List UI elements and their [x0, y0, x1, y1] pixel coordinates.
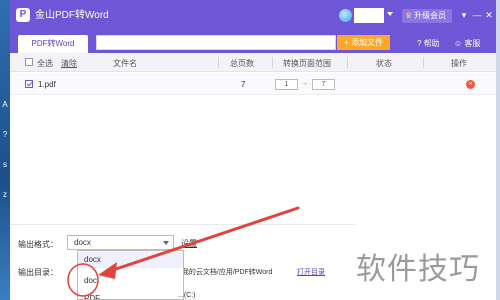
column-divider: [218, 57, 219, 68]
output-format-value: docx: [74, 238, 91, 247]
format-dropdown-list: docx doc PDF: [77, 250, 184, 300]
table-row[interactable]: 1.pdf 7 1 → 7 ×: [10, 73, 496, 95]
title-bar: P 金山PDF转Word ♛ 升级会员 ▾ — ✕: [10, 0, 496, 32]
user-menu-caret-icon[interactable]: [387, 12, 393, 16]
user-avatar[interactable]: [339, 9, 352, 22]
minimize-button[interactable]: —: [472, 9, 482, 21]
column-header-action: 操作: [451, 59, 467, 68]
column-divider: [347, 57, 348, 68]
upgrade-vip-button[interactable]: ♛ 升级会员: [402, 9, 452, 23]
watermark-text: 软件技巧: [356, 252, 480, 287]
output-format-label: 输出格式：: [18, 240, 58, 249]
toolbar: PDF转Word + 添加文件 ? 帮助 ☺ 客服: [10, 32, 496, 53]
help-label: 帮助: [423, 39, 440, 48]
row-checkbox[interactable]: [25, 80, 33, 88]
total-pages: 7: [241, 80, 246, 89]
desktop-icon-label: ?: [2, 130, 8, 139]
help-button[interactable]: ? 帮助: [417, 38, 440, 49]
column-divider: [423, 57, 424, 68]
dropdown-option-pdf[interactable]: PDF: [78, 291, 183, 299]
add-file-button[interactable]: + 添加文件: [337, 35, 390, 50]
clear-button[interactable]: 清除: [61, 58, 77, 69]
tab-pdf-to-word[interactable]: PDF转Word: [18, 35, 88, 53]
open-directory-link[interactable]: 打开目录: [297, 267, 325, 277]
range-from-input[interactable]: 1: [275, 79, 298, 90]
output-format-select[interactable]: docx: [67, 235, 174, 250]
partial-drive-text: ...(C:): [178, 292, 196, 299]
column-header-status: 状态: [376, 59, 392, 68]
select-all-label[interactable]: 全选: [37, 58, 53, 69]
settings-link[interactable]: 设置: [181, 238, 197, 249]
delete-icon[interactable]: ×: [466, 80, 475, 89]
app-logo: P: [16, 8, 30, 22]
skin-menu-icon[interactable]: ▾: [459, 9, 469, 21]
user-name-box[interactable]: [354, 8, 384, 23]
dropdown-option-doc[interactable]: doc: [78, 273, 183, 289]
crown-icon: ♛: [405, 11, 413, 20]
file-name: 1.pdf: [38, 80, 56, 89]
desktop-background: A ? s z: [0, 0, 10, 300]
column-header-name: 文件名: [113, 59, 137, 68]
desktop-icon-label: s: [3, 160, 7, 169]
output-dir-path: //我的云文档/应用/PDF转Word: [178, 269, 273, 276]
upgrade-vip-label: 升级会员: [414, 11, 447, 20]
help-icon: ?: [417, 39, 422, 48]
chat-icon: ☺: [454, 39, 463, 48]
file-path-input[interactable]: [96, 35, 336, 50]
column-divider: [272, 57, 273, 68]
chevron-down-icon: [163, 241, 169, 245]
column-header-range: 转换页面范围: [283, 59, 331, 68]
customer-service-button[interactable]: ☺ 客服: [454, 38, 480, 49]
range-arrow: →: [301, 80, 308, 87]
customer-service-label: 客服: [464, 39, 481, 48]
desktop-icon-label: A: [2, 100, 8, 109]
close-button[interactable]: ✕: [484, 9, 494, 21]
range-to-input[interactable]: 7: [312, 79, 335, 90]
app-title: 金山PDF转Word: [35, 10, 109, 21]
file-table-header: 全选 清除 文件名 总页数 转换页面范围 状态 操作: [10, 53, 496, 72]
select-all-checkbox[interactable]: [25, 58, 33, 66]
dropdown-option-docx[interactable]: docx: [78, 252, 183, 268]
column-header-pages: 总页数: [230, 59, 254, 68]
output-dir-label: 输出目录：: [18, 268, 58, 277]
desktop-icon-label: z: [3, 190, 7, 199]
